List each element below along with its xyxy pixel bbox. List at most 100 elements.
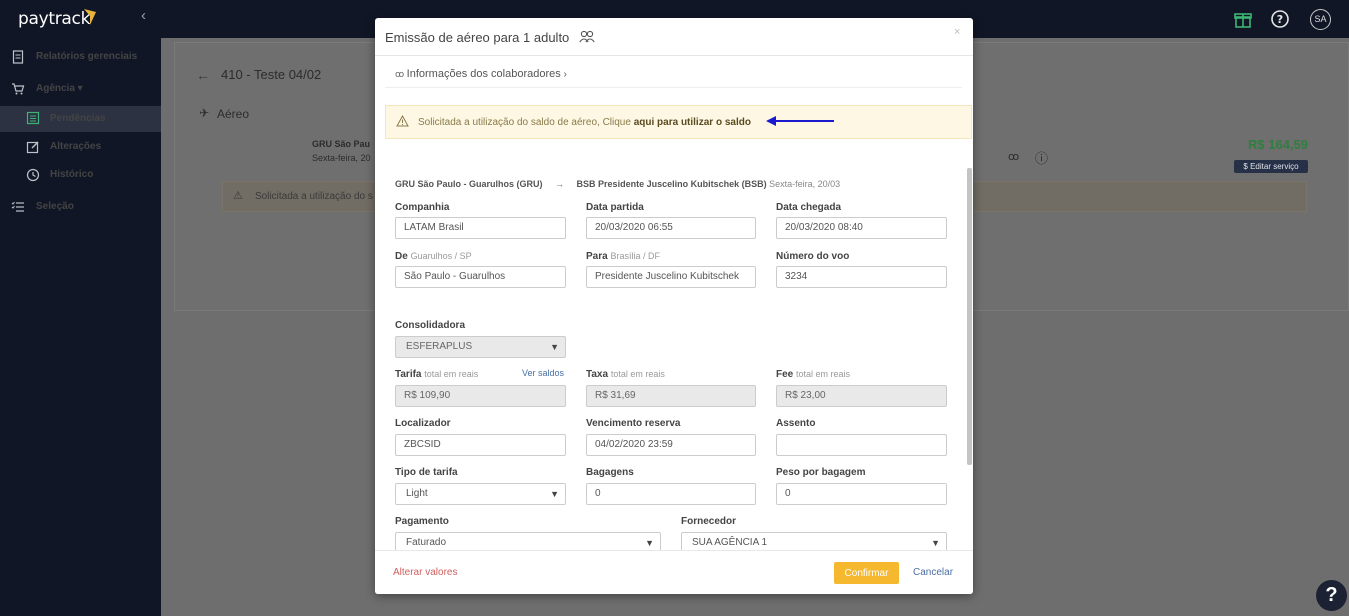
- peso-bagagem-input[interactable]: 0: [776, 483, 947, 505]
- background-alert-text: Solicitada a utilização do s: [255, 191, 373, 202]
- de-label: De Guarulhos / SP: [395, 251, 472, 262]
- sidebar-item-relatorios[interactable]: Relatórios gerenciais: [0, 45, 161, 69]
- sidebar-item-label: Agência ▾: [36, 83, 83, 94]
- modal-title: Emissão de aéreo para 1 adulto: [385, 30, 570, 45]
- data-chegada-input[interactable]: 20/03/2020 08:40: [776, 217, 947, 239]
- sidebar-item-alteracoes[interactable]: Alterações: [0, 135, 161, 159]
- back-arrow-icon[interactable]: ←: [196, 67, 210, 83]
- tarifa-input[interactable]: R$ 109,90: [395, 385, 566, 407]
- origin-input[interactable]: São Paulo - Guarulhos: [395, 266, 566, 288]
- sidebar: Relatórios gerenciais Agência ▾ Pendênci…: [0, 38, 161, 616]
- flight-date: Sexta-feira, 20: [312, 153, 371, 163]
- modal-scrollbar[interactable]: [967, 168, 972, 465]
- close-icon[interactable]: ×: [954, 26, 960, 38]
- chevron-down-icon: ▼: [550, 342, 559, 352]
- divider: [375, 55, 973, 56]
- assento-input[interactable]: [776, 434, 947, 456]
- consolidadora-label: Consolidadora: [395, 320, 466, 331]
- chevron-down-icon: ▼: [550, 489, 559, 499]
- para-label: Para Brasília / DF: [586, 251, 660, 262]
- data-partida-label: Data partida: [586, 202, 644, 213]
- collapse-sidebar-icon[interactable]: ‹: [141, 7, 146, 24]
- sidebar-item-label: Seleção: [36, 201, 74, 212]
- bagagens-input[interactable]: 0: [586, 483, 756, 505]
- fornecedor-label: Fornecedor: [681, 516, 737, 527]
- use-balance-link[interactable]: aqui para utilizar o saldo: [634, 117, 751, 128]
- edit-icon: [26, 141, 39, 154]
- taxa-label: Taxa total em reais: [586, 369, 665, 380]
- annotation-arrow-icon: [766, 116, 834, 126]
- collaborators-label: Informações dos colaboradores: [406, 68, 561, 80]
- fee-label: Fee total em reais: [776, 369, 851, 380]
- peso-bagagem-label: Peso por bagagem: [776, 467, 866, 478]
- logo-mark-icon: [84, 9, 96, 25]
- flight-number-input[interactable]: 3234: [776, 266, 947, 288]
- flight-title: GRU São Pau: [312, 139, 371, 149]
- fornecedor-value: SUA AGÊNCIA 1: [692, 537, 768, 548]
- destination-input[interactable]: Presidente Juscelino Kubitschek: [586, 266, 756, 288]
- list-icon: [26, 111, 40, 125]
- warning-icon: [396, 115, 409, 127]
- tipo-tarifa-select[interactable]: Light ▼: [395, 483, 566, 505]
- vencimento-label: Vencimento reserva: [586, 418, 681, 429]
- bagagens-label: Bagagens: [586, 467, 634, 478]
- alter-values-link[interactable]: Alterar valores: [393, 567, 457, 578]
- view-balances-link[interactable]: Ver saldos: [522, 368, 564, 378]
- vencimento-input[interactable]: 04/02/2020 23:59: [586, 434, 756, 456]
- localizador-input[interactable]: ZBCSID: [395, 434, 566, 456]
- balance-alert: Solicitada a utilização do saldo de aére…: [385, 105, 972, 139]
- taxa-input[interactable]: R$ 31,69: [586, 385, 756, 407]
- plane-icon: ✈: [199, 106, 210, 120]
- help-icon[interactable]: ?: [1270, 9, 1290, 29]
- balance-alert-text: Solicitada a utilização do saldo de aére…: [418, 117, 751, 128]
- collaborators-toggle[interactable]: ꝏ Informações dos colaboradores ›: [395, 68, 567, 80]
- companhia-label: Companhia: [395, 202, 450, 213]
- sidebar-item-label: Relatórios gerenciais: [36, 51, 138, 62]
- warning-icon: ⚠: [233, 190, 243, 202]
- info-icon[interactable]: ⓘ: [1035, 148, 1048, 167]
- sidebar-item-historico[interactable]: Histórico: [0, 163, 161, 187]
- companhia-input[interactable]: LATAM Brasil: [395, 217, 566, 239]
- route-date: Sexta-feira, 20/03: [769, 179, 841, 189]
- gift-icon[interactable]: [1233, 9, 1253, 29]
- history-icon: [26, 168, 40, 182]
- consolidadora-value: ESFERAPLUS: [406, 341, 473, 352]
- pagamento-label: Pagamento: [395, 516, 449, 527]
- fee-input[interactable]: R$ 23,00: [776, 385, 947, 407]
- page-title: 410 - Teste 04/02: [221, 67, 322, 82]
- cart-icon: [12, 83, 25, 95]
- tipo-tarifa-label: Tipo de tarifa: [395, 467, 458, 478]
- sidebar-item-selecao[interactable]: Seleção: [0, 195, 161, 219]
- edit-service-button[interactable]: $ Editar serviço: [1234, 160, 1308, 173]
- app-logo[interactable]: paytrack: [18, 9, 90, 29]
- emission-modal: Emissão de aéreo para 1 adulto × ꝏ Infor…: [375, 18, 973, 594]
- consolidadora-select[interactable]: ESFERAPLUS ▼: [395, 336, 566, 358]
- chevron-right-icon: ›: [560, 69, 567, 80]
- route-origin: GRU São Paulo - Guarulhos (GRU): [395, 179, 543, 189]
- divider: [385, 87, 962, 88]
- route-summary: GRU São Paulo - Guarulhos (GRU) → BSB Pr…: [395, 179, 840, 189]
- help-fab-button[interactable]: ?: [1316, 580, 1347, 611]
- sidebar-item-label: Alterações: [50, 141, 102, 152]
- divider: [375, 550, 973, 551]
- cancel-button[interactable]: Cancelar: [913, 567, 953, 578]
- confirm-button[interactable]: Confirmar: [834, 562, 899, 584]
- svg-text:?: ?: [1277, 13, 1283, 26]
- data-partida-input[interactable]: 20/03/2020 06:55: [586, 217, 756, 239]
- sidebar-item-pendencias[interactable]: Pendências: [0, 106, 161, 132]
- numero-voo-label: Número do voo: [776, 251, 850, 262]
- sidebar-item-label: Histórico: [50, 169, 94, 180]
- localizador-label: Localizador: [395, 418, 451, 429]
- user-avatar[interactable]: SA: [1310, 9, 1331, 30]
- assento-label: Assento: [776, 418, 816, 429]
- pagamento-value: Faturado: [406, 537, 447, 548]
- report-icon: [12, 50, 24, 64]
- route-arrow-icon: →: [555, 179, 565, 189]
- users-icon: ꝏ: [395, 69, 407, 79]
- tipo-tarifa-value: Light: [406, 488, 428, 499]
- sidebar-item-agencia[interactable]: Agência ▾: [0, 77, 161, 101]
- service-price: R$ 164,59: [1248, 137, 1308, 152]
- checklist-icon: [11, 201, 24, 212]
- sidebar-item-label: Pendências: [50, 113, 106, 124]
- tarifa-label: Tarifa total em reais: [395, 369, 479, 380]
